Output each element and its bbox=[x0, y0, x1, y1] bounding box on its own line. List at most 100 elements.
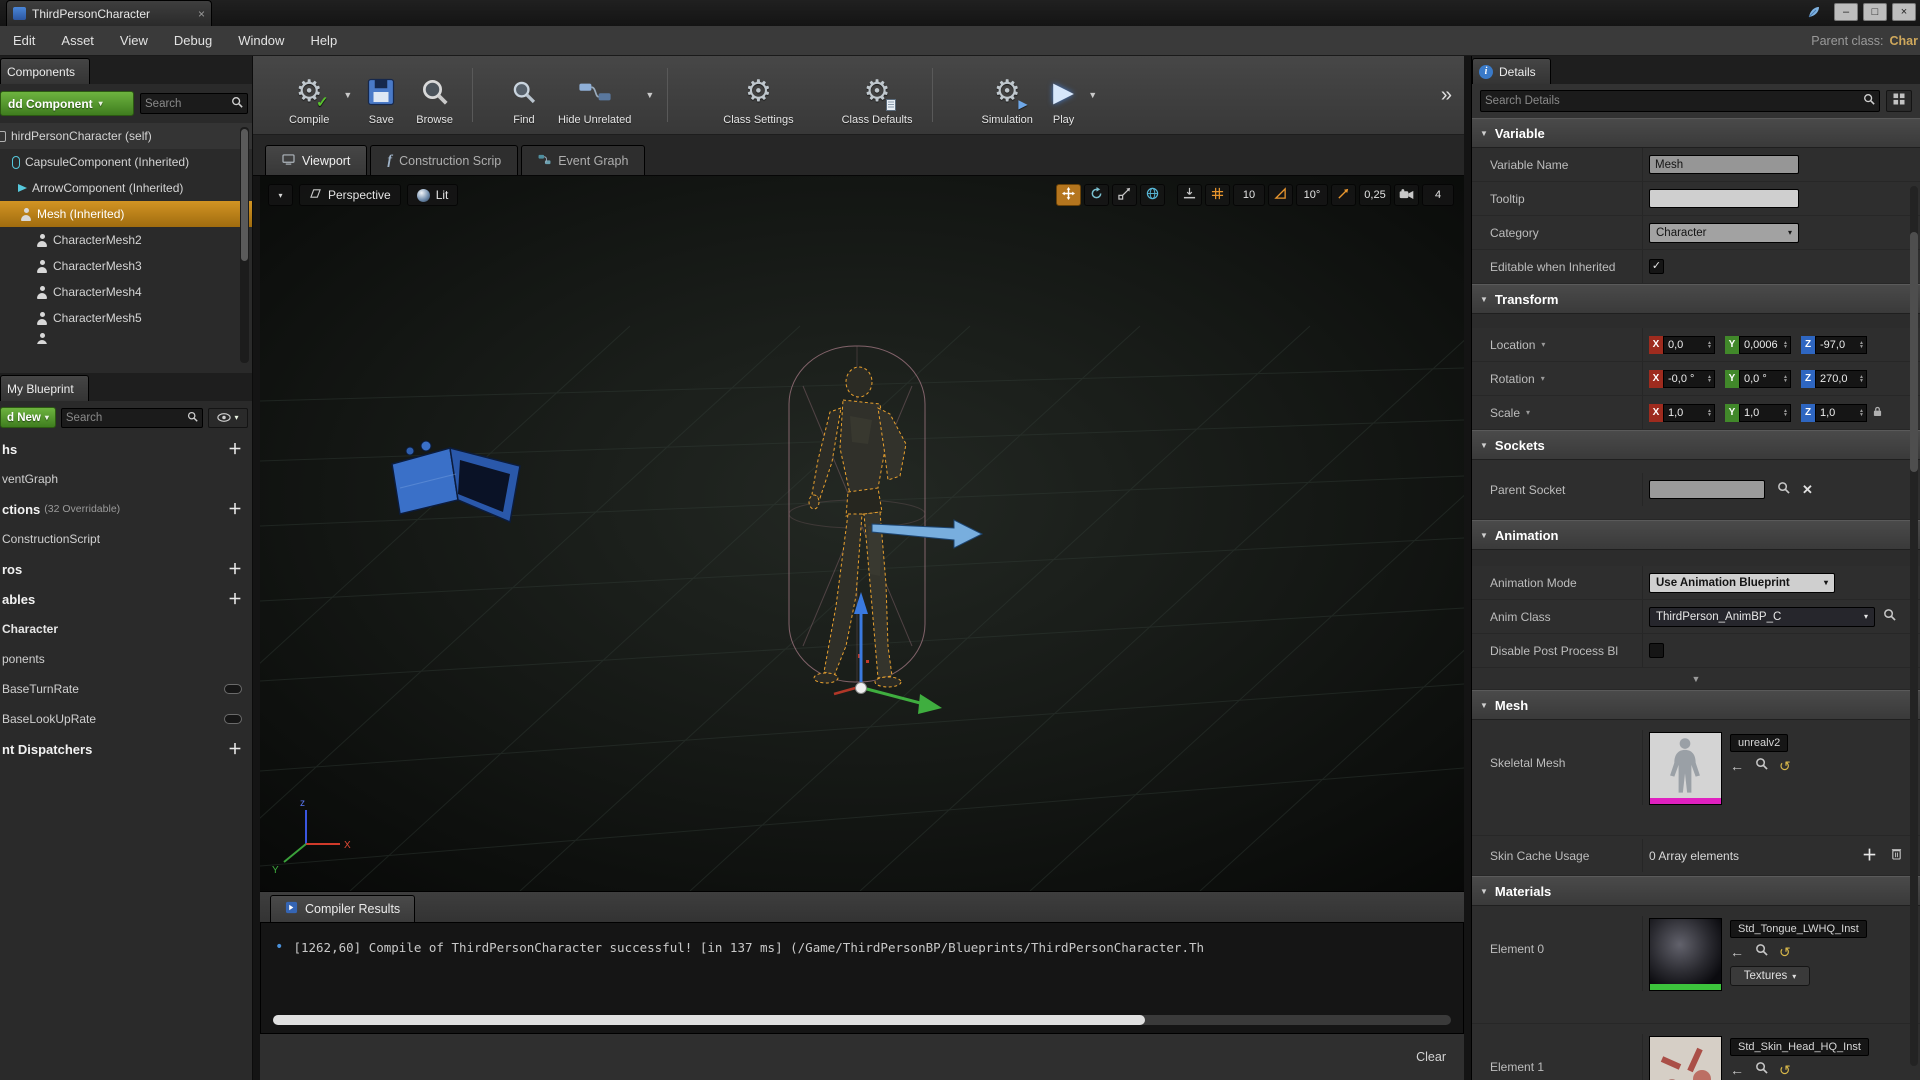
details-search[interactable] bbox=[1480, 90, 1880, 112]
menu-debug[interactable]: Debug bbox=[161, 33, 225, 48]
section-materials[interactable]: ▼ Materials bbox=[1472, 876, 1920, 906]
animation-mode-dropdown[interactable]: Use Animation Blueprint ▾ bbox=[1649, 572, 1835, 593]
details-search-input[interactable] bbox=[1485, 95, 1859, 107]
variable-type-pill-icon[interactable] bbox=[224, 684, 242, 694]
components-search[interactable] bbox=[140, 93, 248, 114]
class-defaults-button[interactable]: ⚙ Class Defaults bbox=[832, 56, 923, 134]
rotation-y-field[interactable]: 0,0 ° ▲ ▼ bbox=[1739, 369, 1791, 388]
material-thumbnail[interactable] bbox=[1649, 1036, 1722, 1080]
clear-button[interactable]: Clear bbox=[1416, 1050, 1446, 1064]
scale-y-field[interactable]: 1,0 ▲ ▼ bbox=[1739, 403, 1791, 422]
section-animation[interactable]: ▼ Animation bbox=[1472, 520, 1920, 550]
disable-post-process-checkbox[interactable] bbox=[1649, 643, 1664, 658]
play-button[interactable]: ▶ Play bbox=[1043, 56, 1084, 134]
viewport-scene[interactable]: z X Y bbox=[260, 176, 1464, 891]
scale-snap-button[interactable] bbox=[1331, 184, 1356, 206]
toolbar-overflow-button[interactable]: » bbox=[1429, 84, 1464, 107]
lit-mode-button[interactable]: Lit bbox=[406, 184, 459, 206]
rotation-z-field[interactable]: 270,0 ▲ ▼ bbox=[1815, 369, 1867, 388]
bp-category-character[interactable]: Character bbox=[0, 614, 252, 644]
scrollbar-thumb[interactable] bbox=[241, 129, 248, 261]
use-selected-icon[interactable]: ← bbox=[1730, 945, 1744, 959]
tab-details[interactable]: i Details bbox=[1472, 58, 1551, 84]
rotation-x-field[interactable]: -0,0 ° ▲ ▼ bbox=[1663, 369, 1715, 388]
bp-var-baselookuprate[interactable]: BaseLookUpRate bbox=[0, 704, 252, 734]
minimize-button[interactable]: – bbox=[1834, 3, 1858, 21]
my-blueprint-search-input[interactable] bbox=[65, 411, 183, 424]
hide-unrelated-button[interactable]: Hide Unrelated bbox=[548, 56, 641, 134]
display-filter-button[interactable] bbox=[1886, 90, 1912, 112]
simulation-button[interactable]: ⚙ ▶ Simulation bbox=[972, 56, 1043, 134]
add-icon[interactable]: ＋ bbox=[228, 502, 242, 516]
tree-item-mesh-selected[interactable]: Mesh (Inherited) bbox=[0, 201, 252, 227]
translate-tool-button[interactable] bbox=[1056, 184, 1081, 206]
reset-icon[interactable]: ↺ bbox=[1779, 945, 1791, 959]
chevron-down-icon[interactable]: ▾ bbox=[1541, 340, 1545, 349]
browse-asset-icon[interactable] bbox=[1755, 757, 1768, 775]
add-component-button[interactable]: dd Component ▾ bbox=[0, 91, 134, 116]
visibility-filter-button[interactable]: ▾ bbox=[208, 407, 248, 428]
section-sockets[interactable]: ▼ Sockets bbox=[1472, 430, 1920, 460]
tab-components[interactable]: Components bbox=[0, 58, 91, 84]
grid-snap-value[interactable]: 10 bbox=[1233, 184, 1265, 206]
scrollbar-thumb[interactable] bbox=[1910, 232, 1918, 472]
browse-asset-icon[interactable] bbox=[1755, 943, 1768, 961]
spinner-icon[interactable]: ▲ ▼ bbox=[1707, 408, 1712, 417]
tab-event-graph[interactable]: Event Graph bbox=[521, 145, 646, 175]
class-settings-button[interactable]: ⚙ Class Settings bbox=[713, 56, 803, 134]
bp-section-functions[interactable]: ctions (32 Overridable) ＋ bbox=[0, 494, 252, 524]
menu-view[interactable]: View bbox=[107, 33, 161, 48]
location-z-field[interactable]: -97,0 ▲ ▼ bbox=[1815, 335, 1867, 354]
tree-item-capsule[interactable]: CapsuleComponent (Inherited) bbox=[0, 149, 252, 175]
tab-my-blueprint[interactable]: My Blueprint bbox=[0, 375, 89, 401]
menu-window[interactable]: Window bbox=[225, 33, 297, 48]
section-transform[interactable]: ▼ Transform bbox=[1472, 284, 1920, 314]
close-tab-icon[interactable]: × bbox=[198, 7, 205, 21]
location-y-field[interactable]: 0,0006 ▲ ▼ bbox=[1739, 335, 1791, 354]
anim-class-dropdown[interactable]: ThirdPerson_AnimBP_C ▾ bbox=[1649, 606, 1875, 627]
rotation-snap-button[interactable] bbox=[1268, 184, 1293, 206]
bp-category-components[interactable]: ponents bbox=[0, 644, 252, 674]
bp-item-eventgraph[interactable]: ventGraph bbox=[0, 464, 252, 494]
textures-dropdown-button[interactable]: Textures ▾ bbox=[1730, 966, 1810, 986]
spinner-icon[interactable]: ▲ ▼ bbox=[1859, 408, 1864, 417]
world-space-button[interactable] bbox=[1140, 184, 1165, 206]
compile-button[interactable]: ⚙ ✓ Compile bbox=[279, 56, 339, 134]
tree-item-charactermesh3[interactable]: CharacterMesh3 bbox=[0, 253, 252, 279]
skeletal-mesh-asset[interactable]: unrealv2 bbox=[1730, 734, 1789, 752]
bp-item-constructionscript[interactable]: ConstructionScript bbox=[0, 524, 252, 554]
viewport-options-button[interactable]: ▾ bbox=[268, 184, 293, 206]
spinner-icon[interactable]: ▲ ▼ bbox=[1783, 374, 1788, 383]
bp-section-event-dispatchers[interactable]: nt Dispatchers ＋ bbox=[0, 734, 252, 764]
perspective-button[interactable]: Perspective bbox=[299, 184, 401, 206]
spinner-icon[interactable]: ▲ ▼ bbox=[1859, 374, 1864, 383]
lock-icon[interactable] bbox=[1873, 404, 1882, 422]
details-scrollbar[interactable] bbox=[1910, 186, 1918, 1066]
compiler-hscrollbar[interactable] bbox=[273, 1015, 1451, 1025]
tree-item-clipped[interactable] bbox=[0, 331, 252, 344]
editable-checkbox[interactable]: ✓ bbox=[1649, 259, 1664, 274]
skeletal-mesh-thumbnail[interactable] bbox=[1649, 732, 1722, 805]
reset-icon[interactable]: ↺ bbox=[1779, 759, 1791, 773]
window-tab[interactable]: ThirdPersonCharacter × bbox=[6, 0, 212, 26]
camera-speed-button[interactable] bbox=[1394, 184, 1419, 206]
use-selected-icon[interactable]: ← bbox=[1730, 759, 1744, 773]
trash-icon[interactable] bbox=[1891, 847, 1902, 865]
variable-type-pill-icon[interactable] bbox=[224, 714, 242, 724]
scale-x-field[interactable]: 1,0 ▲ ▼ bbox=[1663, 403, 1715, 422]
menu-edit[interactable]: Edit bbox=[0, 33, 48, 48]
scrollbar-thumb[interactable] bbox=[273, 1015, 1145, 1025]
clear-icon[interactable]: ✕ bbox=[1802, 482, 1813, 498]
tree-item-arrow[interactable]: ArrowComponent (Inherited) bbox=[0, 175, 252, 201]
components-scrollbar[interactable] bbox=[240, 127, 249, 363]
spinner-icon[interactable]: ▲ ▼ bbox=[1783, 340, 1788, 349]
rotate-tool-button[interactable] bbox=[1084, 184, 1109, 206]
add-icon[interactable]: ＋ bbox=[228, 442, 242, 456]
tab-viewport[interactable]: Viewport bbox=[265, 145, 368, 175]
parent-socket-field[interactable] bbox=[1649, 480, 1765, 499]
add-icon[interactable]: ＋ bbox=[228, 562, 242, 576]
bp-var-baseturnrate[interactable]: BaseTurnRate bbox=[0, 674, 252, 704]
compiler-log[interactable]: • [1262,60] Compile of ThirdPersonCharac… bbox=[260, 922, 1464, 1034]
tree-item-charactermesh2[interactable]: CharacterMesh2 bbox=[0, 227, 252, 253]
tooltip-field[interactable] bbox=[1649, 189, 1799, 208]
